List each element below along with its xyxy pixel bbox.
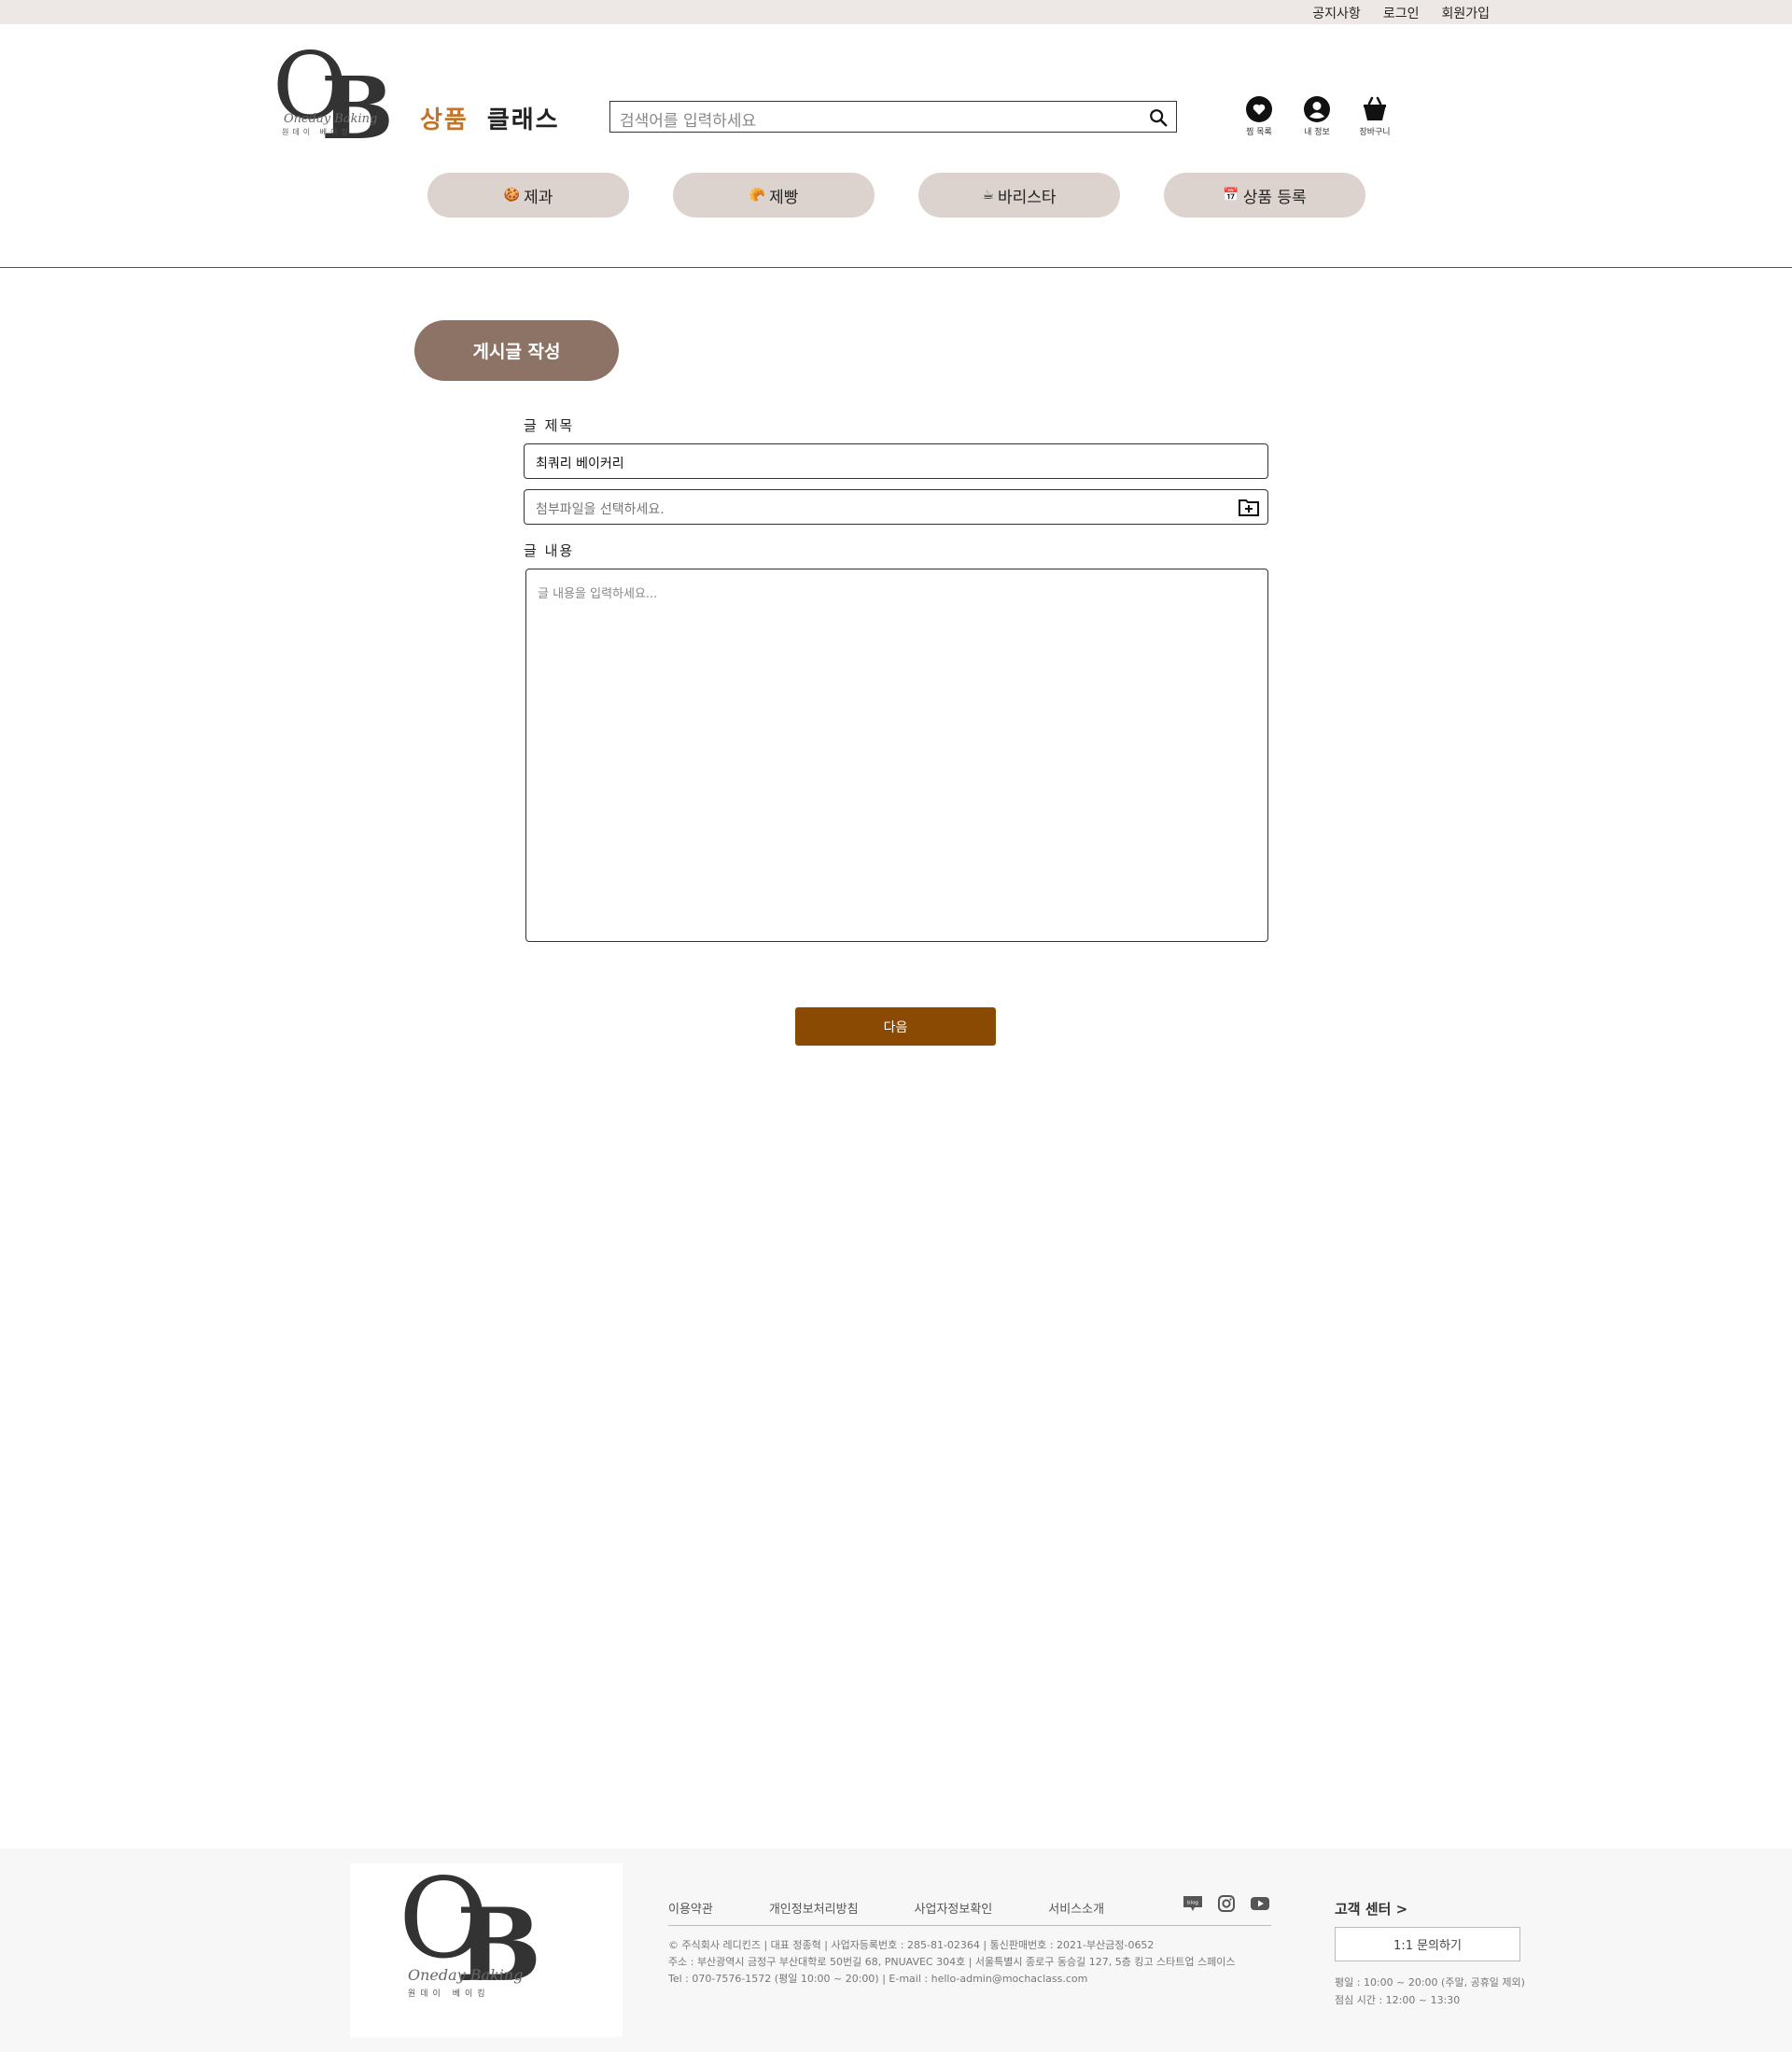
footer-logo[interactable]: O B Oneday Baking 원데이 베이킹 — [350, 1863, 623, 2037]
pill-register-product[interactable]: 📅 상품 등록 — [1164, 173, 1365, 218]
pill-label: 상품 등록 — [1242, 188, 1307, 207]
footer-links: 이용약관 개인정보처리방침 사업자정보확인 서비스소개 — [668, 1899, 1104, 1917]
login-link[interactable]: 로그인 — [1383, 4, 1420, 22]
myinfo-label: 내 정보 — [1304, 128, 1330, 137]
myinfo-button[interactable]: 내 정보 — [1299, 95, 1335, 137]
logo-korean: 원데이 베이킹 — [282, 128, 352, 136]
pill-confectionery[interactable]: 🍪 제과 — [427, 173, 629, 218]
calendar-icon: 📅 — [1223, 188, 1239, 203]
company-contact-line: Tel : 070-7576-1572 (평일 10:00 ~ 20:00) |… — [668, 1973, 1088, 1985]
search-input[interactable]: 검색어를 입력하세요 — [620, 107, 756, 131]
wishlist-button[interactable]: 찜 목록 — [1241, 95, 1277, 137]
coffee-icon: ☕ — [982, 188, 994, 203]
search-icon[interactable] — [1148, 107, 1169, 128]
category-pills: 🍪 제과 🥐 제빵 ☕ 바리스타 📅 상품 등록 — [427, 173, 1365, 218]
terms-link[interactable]: 이용약관 — [668, 1899, 713, 1917]
instagram-icon[interactable] — [1216, 1895, 1237, 1912]
content-label: 글 내용 — [524, 542, 575, 559]
cs-weekday-hours: 평일 : 10:00 ~ 20:00 (주말, 공휴일 제외) — [1335, 1976, 1525, 1989]
inquiry-button[interactable]: 1:1 문의하기 — [1335, 1927, 1520, 1961]
user-icon — [1304, 96, 1330, 122]
company-address-line: 주소 : 부산광역시 금정구 부산대학로 50번길 68, PNUAVEC 30… — [668, 1956, 1236, 1968]
pill-label: 바리스타 — [998, 188, 1057, 207]
next-button[interactable]: 다음 — [795, 1007, 996, 1046]
title-field[interactable]: 최쿼리 베이커리 — [524, 443, 1268, 479]
footer-logo-script: Oneday Baking — [408, 1966, 524, 1984]
wishlist-label: 찜 목록 — [1246, 128, 1272, 137]
cart-label: 장바구니 — [1359, 128, 1391, 137]
customer-center-title[interactable]: 고객 센터 > — [1335, 1899, 1407, 1918]
footer-divider — [668, 1925, 1271, 1926]
title-label: 글 제목 — [524, 417, 575, 434]
footer: O B Oneday Baking 원데이 베이킹 이용약관 개인정보처리방침 … — [0, 1848, 1792, 2052]
header-divider — [0, 267, 1792, 268]
title-input-value: 최쿼리 베이커리 — [536, 457, 624, 471]
content-textarea[interactable]: 글 내용을 입력하세요... — [525, 569, 1268, 942]
category-nav: 상품 클래스 — [420, 101, 560, 135]
logo-letter-b: B — [321, 58, 394, 159]
pill-barista[interactable]: ☕ 바리스타 — [918, 173, 1120, 218]
cs-hours: 평일 : 10:00 ~ 20:00 (주말, 공휴일 제외) 점심 시간 : … — [1335, 1974, 1525, 2009]
svg-text:blog: blog — [1187, 1901, 1198, 1906]
folder-add-icon[interactable] — [1238, 497, 1260, 517]
pill-label: 제과 — [524, 188, 553, 207]
top-utility-bar: 공지사항 로그인 회원가입 — [0, 0, 1792, 24]
privacy-link[interactable]: 개인정보처리방침 — [769, 1899, 859, 1917]
site-logo[interactable]: O B Oneday Baking 원데이 베이킹 — [273, 41, 394, 153]
youtube-icon[interactable] — [1250, 1895, 1270, 1912]
heart-icon — [1246, 96, 1272, 122]
service-intro-link[interactable]: 서비스소개 — [1048, 1899, 1104, 1917]
company-info: © 주식회사 레디킨즈 | 대표 정종혁 | 사업자등록번호 : 285-81-… — [668, 1937, 1236, 1988]
logo-script: Oneday Baking — [284, 112, 378, 126]
pill-bakery[interactable]: 🥐 제빵 — [673, 173, 875, 218]
nav-class[interactable]: 클래스 — [487, 101, 560, 135]
attachment-placeholder: 첨부파일을 선택하세요. — [536, 502, 665, 517]
business-info-link[interactable]: 사업자정보확인 — [915, 1899, 993, 1917]
cart-icon — [1364, 96, 1386, 120]
croissant-icon: 🥐 — [749, 188, 766, 203]
attachment-field[interactable]: 첨부파일을 선택하세요. — [524, 489, 1268, 525]
content-placeholder: 글 내용을 입력하세요... — [538, 587, 658, 601]
social-links: blog — [1183, 1895, 1270, 1912]
company-info-line: © 주식회사 레디킨즈 | 대표 정종혁 | 사업자등록번호 : 285-81-… — [668, 1939, 1155, 1951]
cs-lunch-hours: 점심 시간 : 12:00 ~ 13:30 — [1335, 1994, 1461, 2006]
pill-label: 제빵 — [769, 188, 799, 207]
user-icons: 찜 목록 내 정보 장바구니 — [1241, 95, 1393, 137]
nav-product[interactable]: 상품 — [420, 101, 469, 135]
top-links: 공지사항 로그인 회원가입 — [1312, 4, 1490, 22]
blog-icon[interactable]: blog — [1183, 1895, 1203, 1912]
notice-link[interactable]: 공지사항 — [1312, 4, 1361, 22]
footer-logo-korean: 원데이 베이킹 — [408, 1989, 490, 1999]
cookie-icon: 🍪 — [503, 188, 521, 203]
cart-button[interactable]: 장바구니 — [1357, 95, 1393, 137]
page-title: 게시글 작성 — [414, 320, 619, 381]
signup-link[interactable]: 회원가입 — [1441, 4, 1490, 22]
search-bar[interactable]: 검색어를 입력하세요 — [609, 101, 1177, 133]
